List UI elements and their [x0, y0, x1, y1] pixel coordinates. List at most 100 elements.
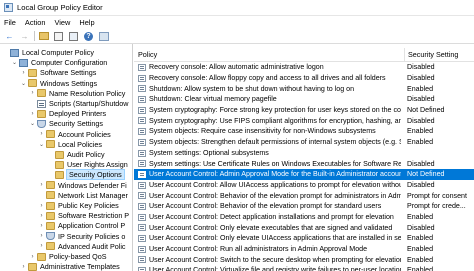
policy-name: System cryptography: Use FIPS compliant … — [149, 116, 401, 125]
policy-row[interactable]: Recovery console: Allow floppy copy and … — [134, 73, 474, 84]
policy-name: User Account Control: Switch to the secu… — [149, 255, 401, 264]
chevron-right-icon[interactable]: › — [38, 233, 45, 239]
chevron-right-icon[interactable]: › — [20, 264, 27, 270]
filter-icon[interactable] — [98, 31, 109, 42]
chevron-right-icon[interactable]: › — [38, 203, 45, 209]
policy-row[interactable]: Shutdown: Allow system to be shut down w… — [134, 83, 474, 94]
policy-setting-value: Disabled — [407, 116, 435, 125]
policy-row[interactable]: System settings: Optional subsystems — [134, 148, 474, 159]
policy-name: System objects: Strengthen default permi… — [149, 138, 401, 147]
chevron-right-icon[interactable]: › — [20, 70, 27, 76]
folder-icon — [46, 181, 55, 190]
policy-name: System settings: Optional subsystems — [149, 148, 269, 157]
computer-icon — [10, 48, 19, 57]
policy-row[interactable]: User Account Control: Only elevate UIAcc… — [134, 233, 474, 244]
policy-name: System settings: Use Certificate Rules o… — [149, 159, 401, 168]
properties-icon[interactable] — [68, 31, 79, 42]
chevron-down-icon[interactable]: ⌄ — [20, 80, 27, 87]
tree-item-label: Computer Configuration — [31, 58, 108, 68]
chevron-right-icon[interactable]: › — [38, 213, 45, 219]
policy-setting-value: Disabled — [407, 180, 435, 189]
shield-icon — [37, 119, 46, 128]
folder-icon — [46, 221, 55, 230]
policy-row[interactable]: System settings: Use Certificate Rules o… — [134, 158, 474, 169]
policy-setting-value: Disabled — [407, 63, 435, 72]
policy-row[interactable]: User Account Control: Switch to the secu… — [134, 254, 474, 265]
tree-item[interactable]: › Administrative Templates — [20, 261, 120, 271]
policy-setting-value: Enabled — [407, 255, 434, 264]
chevron-down-icon[interactable]: ⌄ — [38, 141, 45, 148]
folder-icon — [28, 262, 37, 271]
policy-setting-icon — [138, 170, 146, 178]
folder-icon — [46, 191, 55, 200]
chevron-right-icon[interactable]: › — [38, 223, 45, 229]
policy-icon — [37, 99, 46, 108]
policy-setting-icon — [138, 192, 146, 200]
policy-setting-value: Not Defined — [407, 106, 445, 115]
chevron-right-icon[interactable]: › — [38, 182, 45, 188]
policy-setting-value: Prompt for crede... — [407, 202, 466, 211]
tree-item-label: Security Settings — [49, 119, 103, 129]
policy-row[interactable]: System objects: Require case insensitivi… — [134, 126, 474, 137]
policy-row[interactable]: Shutdown: Clear virtual memory pagefile D… — [134, 94, 474, 105]
policy-setting-icon — [138, 96, 146, 104]
menu-file[interactable]: File — [4, 18, 16, 27]
policy-setting-value: Disabled — [407, 223, 435, 232]
policy-setting-value: Enabled — [407, 245, 434, 254]
policy-row[interactable]: System cryptography: Force strong key pr… — [134, 105, 474, 116]
policy-setting-value: Enabled — [407, 266, 434, 271]
group-policy-app-icon — [4, 3, 13, 12]
policy-row[interactable]: System objects: Strengthen default permi… — [134, 137, 474, 148]
policy-setting-icon — [138, 117, 146, 125]
back-arrow-icon[interactable]: ← — [4, 31, 15, 42]
chevron-right-icon[interactable]: › — [38, 243, 45, 249]
chevron-down-icon[interactable]: ⌄ — [29, 120, 36, 127]
tree-item-label: Local Policies — [58, 139, 102, 149]
folder-icon — [46, 211, 55, 220]
policy-rows: Recovery console: Allow automatic admini… — [134, 62, 474, 271]
help-icon[interactable]: ? — [83, 31, 94, 42]
policy-row[interactable]: User Account Control: Only elevate execu… — [134, 222, 474, 233]
policy-setting-icon — [138, 64, 146, 71]
policy-row[interactable]: User Account Control: Run all administra… — [134, 244, 474, 255]
chevron-right-icon[interactable]: › — [29, 254, 36, 260]
policy-setting-icon — [138, 235, 146, 242]
folder-icon — [28, 79, 37, 88]
policy-row[interactable]: User Account Control: Behavior of the el… — [134, 190, 474, 201]
policy-name: User Account Control: Only elevate UIAcc… — [149, 234, 401, 243]
policy-name: Shutdown: Clear virtual memory pagefile — [149, 95, 277, 104]
column-header-policy[interactable]: Policy — [138, 50, 157, 59]
policy-row[interactable]: User Account Control: Admin Approval Mod… — [134, 168, 474, 180]
up-folder-icon[interactable] — [38, 31, 49, 42]
policy-setting-icon — [138, 138, 146, 146]
menu-action[interactable]: Action — [25, 18, 46, 27]
policy-row[interactable]: User Account Control: Behavior of the el… — [134, 201, 474, 212]
column-header-security-setting[interactable]: Security Setting — [404, 47, 458, 62]
folder-icon — [46, 130, 55, 139]
policy-row[interactable]: System cryptography: Use FIPS compliant … — [134, 115, 474, 126]
policy-setting-value: Prompt for consent — [407, 191, 467, 200]
chevron-right-icon[interactable]: › — [29, 111, 36, 117]
menu-help[interactable]: Help — [79, 18, 94, 27]
chevron-right-icon[interactable]: › — [29, 90, 36, 96]
tree-item-label: Advanced Audit Polic — [58, 241, 126, 251]
policy-row[interactable]: Recovery console: Allow automatic admini… — [134, 62, 474, 73]
policy-name: User Account Control: Only elevate execu… — [149, 223, 393, 232]
policy-setting-icon — [138, 213, 146, 221]
menu-view[interactable]: View — [54, 18, 70, 27]
tree-item-label: Application Control P — [58, 221, 126, 231]
policy-setting-icon — [138, 106, 146, 114]
policy-row[interactable]: User Account Control: Allow UIAccess app… — [134, 180, 474, 191]
show-hide-tree-icon[interactable] — [53, 31, 64, 42]
forward-arrow-icon[interactable]: → — [19, 31, 30, 42]
folder-icon — [55, 150, 64, 159]
policy-setting-value: Not Defined — [407, 170, 445, 179]
chevron-down-icon[interactable]: ⌄ — [11, 59, 18, 66]
policy-setting-icon — [138, 181, 146, 189]
tree-item-label: Deployed Printers — [49, 109, 107, 119]
policy-row[interactable]: User Account Control: Virtualize file an… — [134, 265, 474, 271]
chevron-right-icon[interactable]: › — [38, 131, 45, 137]
title-bar: Local Group Policy Editor — [0, 0, 474, 16]
folder-icon — [28, 68, 37, 77]
policy-row[interactable]: User Account Control: Detect application… — [134, 212, 474, 223]
